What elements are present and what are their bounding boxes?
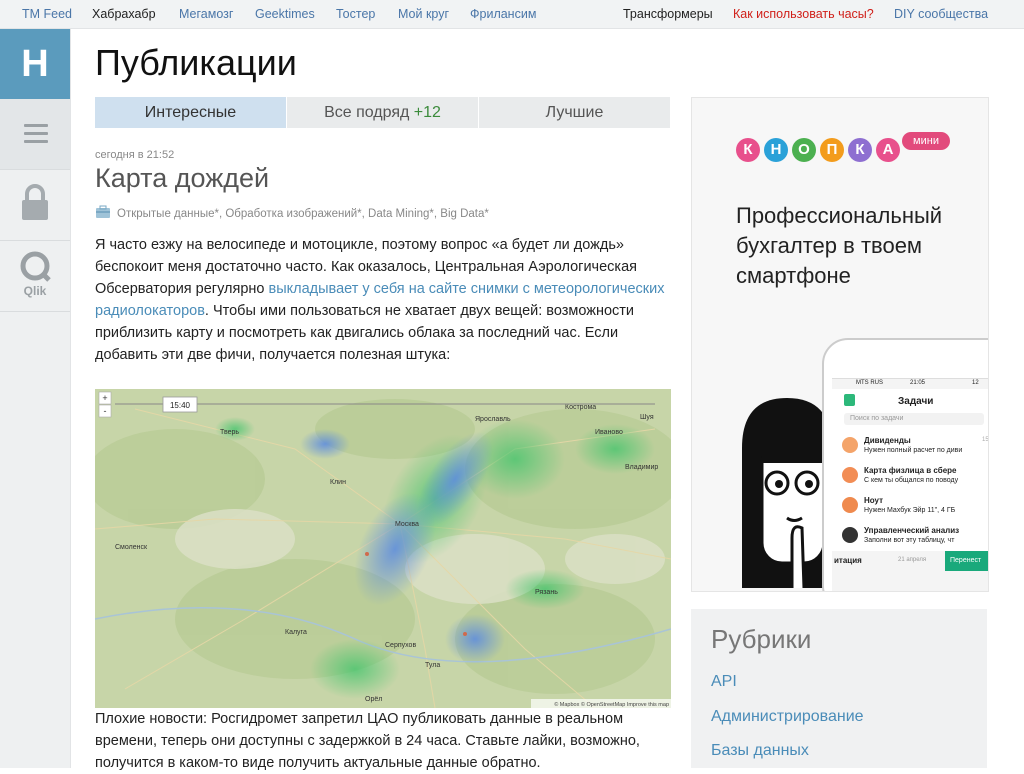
menu-icon[interactable] xyxy=(0,99,70,170)
task-avatar-2 xyxy=(842,467,858,483)
radar-map[interactable]: Москва Тверь Ярославль Владимир Рязань Т… xyxy=(95,389,671,708)
task-3-title: Ноут xyxy=(864,496,884,505)
top-nav: TM Feed Хабрахабр Мегамозг Geektimes Тос… xyxy=(0,0,1024,29)
map-city-yaroslavl: Ярославль xyxy=(475,416,511,423)
phone-battery: 12 xyxy=(972,380,979,386)
map-city-oryol: Орёл xyxy=(365,696,382,703)
nav-transformers[interactable]: Трансформеры xyxy=(623,7,713,21)
task-avatar-4 xyxy=(842,527,858,543)
map-zoom-in-label: + xyxy=(102,393,107,403)
post-hubs: Открытые данные*, Обработка изображений*… xyxy=(95,205,489,222)
tab-all-label: Все подряд xyxy=(324,104,410,121)
tab-interesting-label: Интересные xyxy=(144,104,237,121)
phone-clock: 21:05 xyxy=(910,380,926,386)
left-sidebar: H Qlik xyxy=(0,29,71,768)
map-city-tver: Тверь xyxy=(220,429,239,436)
task-3-sub: Нужен Махбук Эйр 11", 4 ГБ xyxy=(864,507,956,514)
nav-habrahabr[interactable]: Хабрахабр xyxy=(92,7,156,21)
nav-megamozg[interactable]: Мегамозг xyxy=(179,7,233,21)
phone-carrier: MTS RUS xyxy=(856,380,883,386)
map-city-kaluga: Калуга xyxy=(285,629,307,636)
nav-moy-krug[interactable]: Мой круг xyxy=(398,7,449,21)
post-title[interactable]: Карта дождей xyxy=(95,163,269,194)
nav-diy[interactable]: DIY сообщества xyxy=(894,7,988,21)
rubric-admin[interactable]: Администрирование xyxy=(711,708,864,726)
task-avatar-1 xyxy=(842,437,858,453)
rubrics-panel: Рубрики API Администрирование Базы данны… xyxy=(691,609,987,768)
phone-footer-left: итация xyxy=(834,556,862,565)
tab-all[interactable]: Все подряд +12 xyxy=(287,97,478,128)
task-4-title: Управленческий анализ xyxy=(864,526,960,535)
brand-letter-1: К xyxy=(736,138,760,162)
map-city-vladimir: Владимир xyxy=(625,464,658,471)
nav-toster[interactable]: Тостер xyxy=(336,7,375,21)
map-zoom-out-label: - xyxy=(104,406,107,416)
task-1-date: 15 xyxy=(982,437,989,443)
task-avatar-3 xyxy=(842,497,858,513)
task-2-title: Карта физлица в сбере xyxy=(864,466,957,475)
task-1-title: Дивиденды xyxy=(864,436,911,445)
rubric-databases[interactable]: Базы данных xyxy=(711,742,809,760)
hubs-icon xyxy=(95,205,111,222)
map-city-klin: Клин xyxy=(330,479,346,486)
ad-text: Профессиональный бухгалтер в твоем смарт… xyxy=(736,203,943,288)
map-city-ryazan: Рязань xyxy=(535,589,558,596)
rubrics-title: Рубрики xyxy=(711,624,812,654)
calendar-icon xyxy=(844,394,855,406)
task-2-sub: С кем ты общался по поводу xyxy=(864,477,959,484)
tab-interesting[interactable]: Интересные xyxy=(95,97,286,128)
tab-best[interactable]: Лучшие xyxy=(479,97,670,128)
map-city-serpukhov: Серпухов xyxy=(385,642,416,649)
nav-watches-link[interactable]: Как использовать часы? xyxy=(733,7,874,21)
post-paragraph-2: Плохие новости: Росгидромет запретил ЦАО… xyxy=(95,711,640,771)
qlik-label: Qlik xyxy=(23,284,47,298)
mini-badge: мини xyxy=(902,132,950,150)
brand-letter-4: П xyxy=(820,138,844,162)
map-credit[interactable]: © Mapbox © OpenStreetMap Improve this ma… xyxy=(554,701,669,708)
tab-best-label: Лучшие xyxy=(545,104,604,121)
page-title: Публикации xyxy=(95,42,297,83)
phone-search: Поиск по задачи xyxy=(850,415,904,422)
qlik-icon[interactable]: Qlik xyxy=(0,241,70,312)
map-city-kostroma: Кострома xyxy=(565,404,596,411)
nav-frilansim[interactable]: Фрилансим xyxy=(470,7,536,21)
hubs-list[interactable]: Открытые данные*, Обработка изображений*… xyxy=(117,208,489,220)
post-time: сегодня в 21:52 xyxy=(95,149,175,161)
phone-footer-date: 21 апреля xyxy=(898,557,927,563)
ad-banner[interactable]: К Н О П К А мини Профессиональный бухгал… xyxy=(691,97,989,592)
brand-letter-2: Н xyxy=(764,138,788,162)
phone-screen: MTS RUS 21:05 12 Задачи Поиск по задачи … xyxy=(832,378,989,591)
rubric-api[interactable]: API xyxy=(711,673,737,691)
map-city-smolensk: Смоленск xyxy=(115,544,148,551)
phone-title: Задачи xyxy=(898,396,934,407)
habr-logo[interactable]: H xyxy=(0,29,70,99)
post-paragraph-1: Я часто езжу на велосипеде и мотоцикле, … xyxy=(95,234,675,366)
task-4-sub: Заполни вот эту таблицу, чт xyxy=(864,537,955,544)
map-city-ivanovo: Иваново xyxy=(595,429,623,436)
map-city-tula: Тула xyxy=(425,662,440,669)
nav-geektimes[interactable]: Geektimes xyxy=(255,7,315,21)
map-city-moscow: Москва xyxy=(395,521,419,528)
brand-letter-3: О xyxy=(792,138,816,162)
tab-bar: Интересные Все подряд +12 Лучшие xyxy=(95,97,670,128)
map-city-shuya: Шуя xyxy=(640,414,654,421)
nav-tm-feed[interactable]: TM Feed xyxy=(22,7,72,21)
task-1-sub: Нужен полный расчет по диви xyxy=(864,447,963,454)
brand-letter-6: А xyxy=(876,138,900,162)
map-time-label[interactable]: 15:40 xyxy=(170,401,191,410)
tab-all-count: +12 xyxy=(413,104,441,121)
phone-footer-btn-label: Перенест xyxy=(950,557,982,564)
lock-icon[interactable] xyxy=(0,170,70,241)
brand-letter-5: К xyxy=(848,138,872,162)
